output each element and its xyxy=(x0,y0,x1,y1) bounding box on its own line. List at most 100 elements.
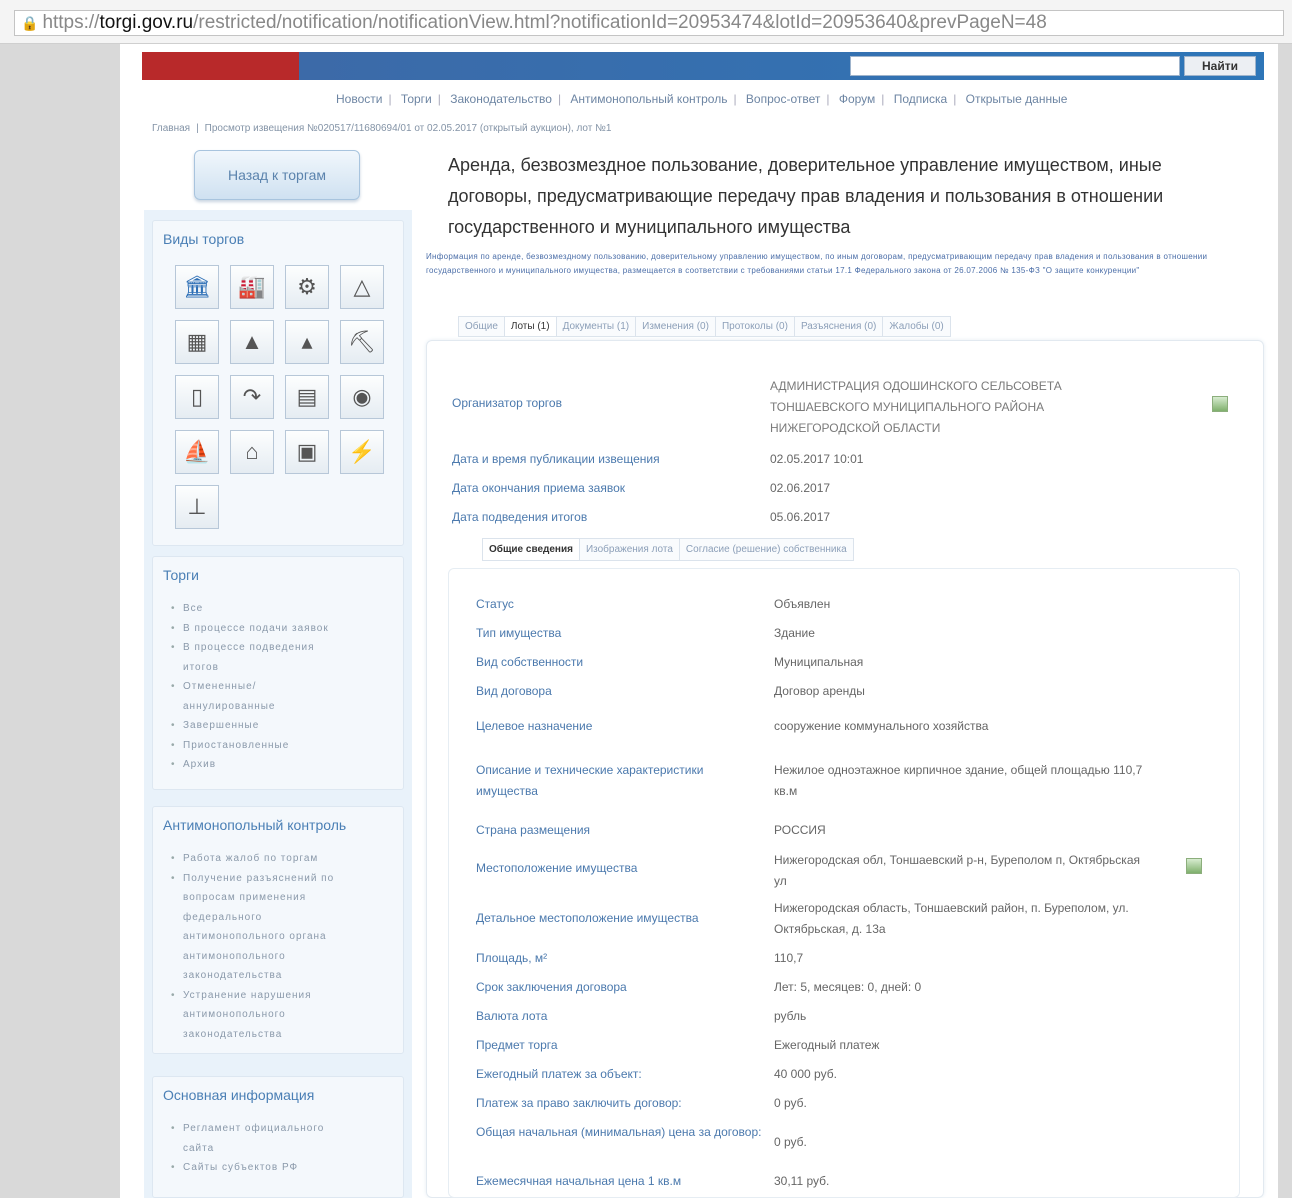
detail-value: 30,11 руб. xyxy=(774,1174,830,1188)
gear-icon[interactable]: ⚙ xyxy=(285,265,329,309)
notice-tabs: Общие Лоты (1) Документы (1) Изменения (… xyxy=(458,316,951,337)
detail-value: Объявлен xyxy=(774,597,831,611)
detail-label: Тип имущества xyxy=(476,626,562,640)
map-icon[interactable] xyxy=(1186,858,1202,874)
nav-law[interactable]: Законодательство xyxy=(450,92,552,106)
site-search-input[interactable] xyxy=(850,56,1180,76)
tab-general[interactable]: Общие xyxy=(458,316,505,337)
detail-value: 0 руб. xyxy=(774,1135,807,1149)
bank-icon[interactable]: 🏛 xyxy=(175,265,219,309)
nav-news[interactable]: Новости xyxy=(336,92,382,106)
url-field[interactable]: 🔒 https://torgi.gov.ru/restricted/notifi… xyxy=(14,10,1284,36)
detail-value: Лет: 5, месяцев: 0, дней: 0 xyxy=(774,980,922,994)
nav-faq[interactable]: Вопрос-ответ xyxy=(746,92,820,106)
trees-icon[interactable]: ▴ xyxy=(285,320,329,364)
tab-complaints[interactable]: Жалобы (0) xyxy=(883,316,951,337)
antenna-icon[interactable]: ⊥ xyxy=(175,485,219,529)
field-value: АДМИНИСТРАЦИЯ ОДОШИНСКОГО СЕЛЬСОВЕТА ТОН… xyxy=(770,379,1062,435)
anti-item-violations[interactable]: Устранение нарушения антимонопольного за… xyxy=(171,986,347,1045)
detail-label: Вид собственности xyxy=(476,655,584,669)
nav-forum[interactable]: Форум xyxy=(839,92,875,106)
torgi-item-applications[interactable]: В процессе подачи заявок xyxy=(171,619,347,639)
building-icon[interactable]: ▤ xyxy=(285,375,329,419)
detail-value: Муниципальная xyxy=(774,655,864,669)
torgi-types-box: Виды торгов 🏛 🏭 ⚙ △ ▦ ▲ ▴ ⛏ ▯ ↷ ▤ ◉ ⛵ ⌂ … xyxy=(152,220,404,546)
torgi-item-all[interactable]: Все xyxy=(171,599,347,619)
oil-pump-icon[interactable]: ⛏ xyxy=(340,320,384,364)
factory-icon[interactable]: 🏭 xyxy=(230,265,274,309)
info-item-regions[interactable]: Сайты субъектов РФ xyxy=(171,1158,347,1178)
tab-documents[interactable]: Документы (1) xyxy=(556,316,637,337)
nav-antimonopoly[interactable]: Антимонопольный контроль xyxy=(570,92,727,106)
torgi-title: Торги xyxy=(163,567,199,583)
farm-icon[interactable]: ▯ xyxy=(175,375,219,419)
detail-label: Вид договора xyxy=(476,684,552,698)
anti-item-clarifications[interactable]: Получение разъяснений по вопросам примен… xyxy=(171,869,347,986)
detail-value: 0 руб. xyxy=(774,1096,807,1110)
detail-value: сооружение коммунального хозяйства xyxy=(774,719,989,733)
house-icon[interactable]: ⌂ xyxy=(230,430,274,474)
torgi-list: Все В процессе подачи заявок В процессе … xyxy=(171,599,403,775)
site-search-button[interactable]: Найти xyxy=(1184,56,1256,76)
torgi-item-results[interactable]: В процессе подведения итогов xyxy=(171,638,347,677)
detail-label: Ежегодный платеж за объект: xyxy=(476,1067,642,1081)
detail-value: Договор аренды xyxy=(774,684,865,698)
detail-label: Общая начальная (минимальная) цена за до… xyxy=(476,1125,762,1139)
torgi-box: Торги Все В процессе подачи заявок В про… xyxy=(152,556,404,790)
drilling-rig-icon[interactable]: △ xyxy=(340,265,384,309)
back-to-torgi-button[interactable]: Назад к торгам xyxy=(194,150,360,200)
nav-torgi[interactable]: Торги xyxy=(401,92,432,106)
page-title: Аренда, безвозмездное пользование, довер… xyxy=(448,155,1164,237)
organizer-info-icon[interactable] xyxy=(1212,396,1228,412)
nav-open-data[interactable]: Открытые данные xyxy=(966,92,1068,106)
torgi-item-cancelled[interactable]: Отмененные/ аннулированные xyxy=(171,677,347,716)
nav-subscribe[interactable]: Подписка xyxy=(894,92,947,106)
torgi-item-finished[interactable]: Завершенные xyxy=(171,716,347,736)
detail-label: Детальное местоположение имущества xyxy=(476,911,699,925)
billboard-icon[interactable]: ▣ xyxy=(285,430,329,474)
detail-label: Статус xyxy=(476,597,514,611)
subtab-general-info[interactable]: Общие сведения xyxy=(482,538,580,561)
detail-label: Платеж за право заключить договор: xyxy=(476,1096,682,1110)
detail-value: рубль xyxy=(774,1009,807,1023)
tab-clarifications[interactable]: Разъяснения (0) xyxy=(794,316,884,337)
field-label: Дата окончания приема заявок xyxy=(452,481,625,495)
field-label: Дата подведения итогов xyxy=(452,510,588,524)
antimonopoly-box: Антимонопольный контроль Работа жалоб по… xyxy=(152,806,404,1054)
tab-protocols[interactable]: Протоколы (0) xyxy=(715,316,795,337)
detail-value: Нежилое одноэтажное кирпичное здание, об… xyxy=(774,763,1143,798)
torgi-type-icons: 🏛 🏭 ⚙ △ ▦ ▲ ▴ ⛏ ▯ ↷ ▤ ◉ ⛵ ⌂ ▣ ⚡ ⊥ xyxy=(175,265,403,529)
power-tower-icon[interactable]: ⚡ xyxy=(340,430,384,474)
detail-label: Предмет торга xyxy=(476,1038,558,1052)
detail-label: Местоположение имущества xyxy=(476,861,638,875)
tab-changes[interactable]: Изменения (0) xyxy=(636,316,716,337)
torgi-item-suspended[interactable]: Приостановленные xyxy=(171,736,347,756)
info-item-regulations[interactable]: Регламент официального сайта xyxy=(171,1119,347,1158)
top-nav: Новости | Торги | Законодательство | Антимо… xyxy=(336,92,1068,106)
url-path: /restricted/notification/notificationVie… xyxy=(193,12,1047,33)
breadcrumb-home[interactable]: Главная xyxy=(152,123,190,134)
detail-label: Валюта лота xyxy=(476,1009,548,1023)
detail-value: Нижегородская обл, Тоншаевский р-н, Буре… xyxy=(774,853,1140,888)
forest-icon[interactable]: ▲ xyxy=(230,320,274,364)
field-label: Дата и время публикации извещения xyxy=(452,452,660,466)
anti-item-complaints[interactable]: Работа жалоб по торгам xyxy=(171,849,347,869)
site-banner: Найти xyxy=(142,52,1264,80)
subtab-owner-consent[interactable]: Согласие (решение) собственника xyxy=(679,538,854,561)
detail-value: Здание xyxy=(774,626,815,640)
pipe-icon[interactable]: ↷ xyxy=(230,375,274,419)
detail-value: 40 000 руб. xyxy=(774,1067,837,1081)
detail-value: Нижегородская область, Тоншаевский район… xyxy=(774,901,1129,936)
tab-lots[interactable]: Лоты (1) xyxy=(504,316,557,337)
ship-icon[interactable]: ⛵ xyxy=(175,430,219,474)
page: Найти Новости | Торги | Законодательство | … xyxy=(120,44,1278,1198)
antimonopoly-title: Антимонопольный контроль xyxy=(163,817,347,833)
subtab-lot-images[interactable]: Изображения лота xyxy=(579,538,680,561)
field-value: 02.05.2017 10:01 xyxy=(770,452,864,466)
torgi-types-title: Виды торгов xyxy=(163,231,245,247)
detail-label: Целевое назначение xyxy=(476,719,593,733)
torgi-item-archive[interactable]: Архив xyxy=(171,755,347,775)
url-host: torgi.gov.ru xyxy=(99,12,194,33)
construction-icon[interactable]: ▦ xyxy=(175,320,219,364)
binoculars-icon[interactable]: ◉ xyxy=(340,375,384,419)
